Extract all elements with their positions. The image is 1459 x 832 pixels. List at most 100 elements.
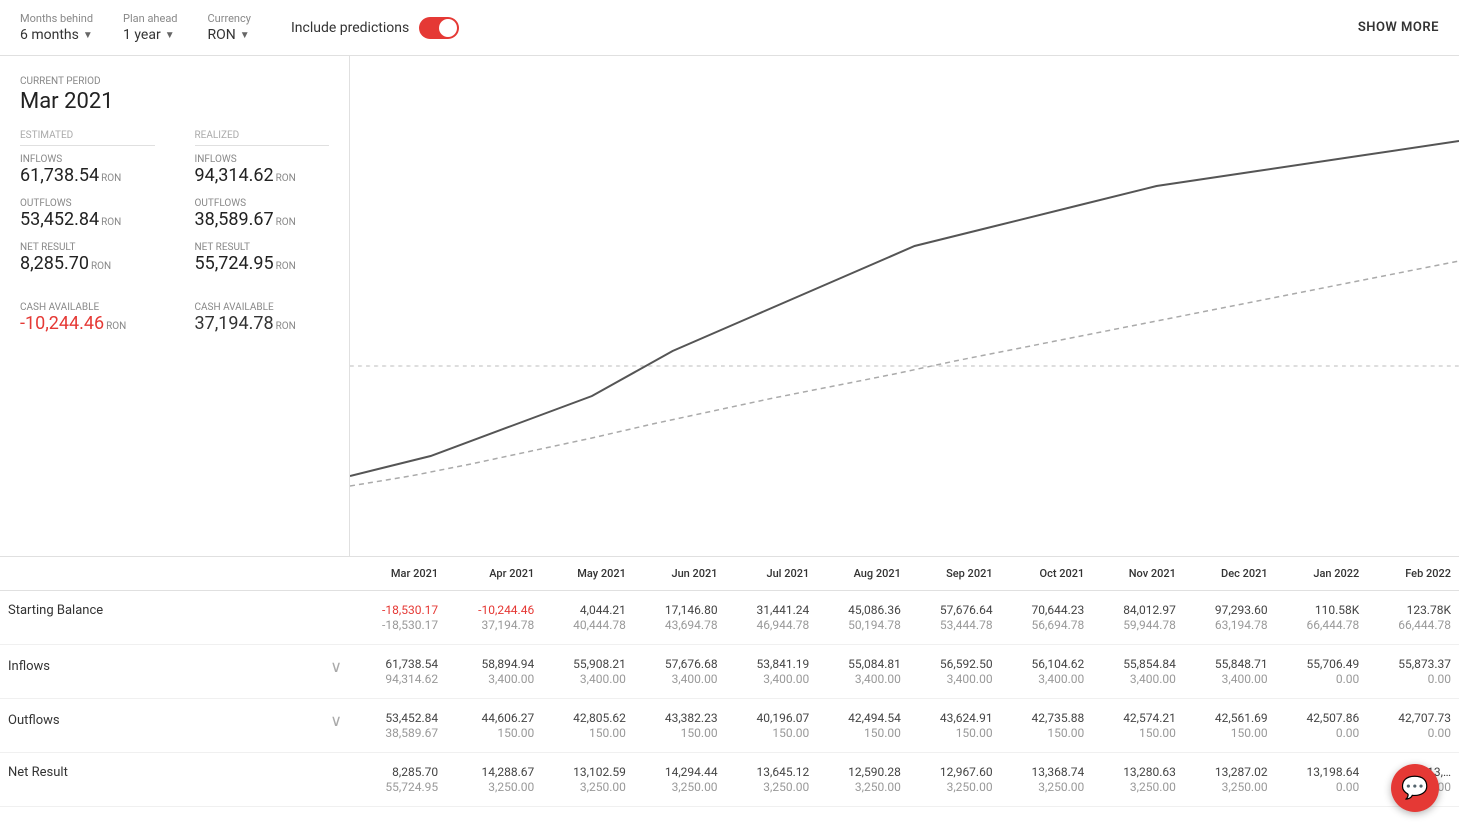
plan-ahead-label: Plan ahead: [123, 12, 177, 25]
estimated-cash-col: CASH AVAILABLE -10,244.46RON: [20, 302, 155, 334]
estimated-inflows-label: INFLOWS: [20, 154, 155, 165]
estimated-outflows: OUTFLOWS 53,452.84RON: [20, 198, 155, 230]
net-jan2022: 13,198.640.00: [1276, 753, 1368, 807]
col-header-nov2021: Nov 2021: [1092, 557, 1184, 591]
cash-section: CASH AVAILABLE -10,244.46RON CASH AVAILA…: [20, 302, 329, 334]
plan-ahead-select[interactable]: 1 year ▼: [123, 27, 177, 43]
outflows-aug2021: 42,494.54150.00: [817, 699, 909, 753]
left-panel: CURRENT PERIOD Mar 2021 ESTIMATED INFLOW…: [0, 56, 350, 556]
inflows-expand-icon[interactable]: ∨: [330, 657, 342, 676]
col-header-oct2021: Oct 2021: [1001, 557, 1093, 591]
inflows-label: Inflows ∨: [0, 645, 350, 699]
sb-nov2021: 84,012.97 59,944.78: [1092, 591, 1184, 645]
col-header-sep2021: Sep 2021: [909, 557, 1001, 591]
sb-apr2021: -10,244.46 37,194.78: [446, 591, 542, 645]
sb-feb2022: 123.78K 66,444.78: [1367, 591, 1459, 645]
col-header-jul2021: Jul 2021: [726, 557, 818, 591]
outflows-dec2021: 42,561.69150.00: [1184, 699, 1276, 753]
outflows-row: Outflows ∨ 53,452.8438,589.67 44,606.271…: [0, 699, 1459, 753]
net-mar2021: 8,285.7055,724.95: [350, 753, 446, 807]
data-table: Mar 2021 Apr 2021 May 2021 Jun 2021 Jul …: [0, 557, 1459, 807]
estimated-net-result: NET RESULT 8,285.70RON: [20, 242, 155, 274]
inflows-row: Inflows ∨ 61,738.5494,314.62 58,894.943,…: [0, 645, 1459, 699]
predictions-label: Include predictions: [291, 20, 409, 36]
months-behind-value: 6 months: [20, 27, 79, 43]
metrics-row: ESTIMATED INFLOWS 61,738.54RON OUTFLOWS …: [20, 130, 329, 286]
col-header-dec2021: Dec 2021: [1184, 557, 1276, 591]
currency-value: RON: [208, 27, 236, 43]
months-behind-label: Months behind: [20, 12, 93, 25]
realized-inflows-value: 94,314.62RON: [195, 165, 330, 186]
sb-aug2021: 45,086.36 50,194.78: [817, 591, 909, 645]
col-header-jun2021: Jun 2021: [634, 557, 726, 591]
period-value: Mar 2021: [20, 89, 329, 114]
bottom-table: Mar 2021 Apr 2021 May 2021 Jun 2021 Jul …: [0, 556, 1459, 807]
net-aug2021: 12,590.283,250.00: [817, 753, 909, 807]
currency-select[interactable]: RON ▼: [208, 27, 251, 43]
inflows-sep2021: 56,592.503,400.00: [909, 645, 1001, 699]
outflows-oct2021: 42,735.88150.00: [1001, 699, 1093, 753]
inflows-nov2021: 55,854.843,400.00: [1092, 645, 1184, 699]
chat-icon: 💬: [1401, 776, 1428, 801]
net-result-row: Net Result 8,285.7055,724.95 14,288.673,…: [0, 753, 1459, 807]
inflows-feb2022: 55,873.370.00: [1367, 645, 1459, 699]
plan-ahead-value: 1 year: [123, 27, 161, 43]
col-header-mar2021: Mar 2021: [350, 557, 446, 591]
col-header-label: [0, 557, 350, 591]
col-header-jan2022: Jan 2022: [1276, 557, 1368, 591]
net-dec2021: 13,287.023,250.00: [1184, 753, 1276, 807]
plan-ahead-group: Plan ahead 1 year ▼: [123, 12, 177, 43]
chart-svg: [350, 56, 1459, 556]
net-nov2021: 13,280.633,250.00: [1092, 753, 1184, 807]
net-apr2021: 14,288.673,250.00: [446, 753, 542, 807]
estimated-net-value: 8,285.70RON: [20, 253, 155, 274]
period-label: CURRENT PERIOD: [20, 76, 329, 87]
cash-row: CASH AVAILABLE -10,244.46RON CASH AVAILA…: [20, 302, 329, 334]
net-jul2021: 13,645.123,250.00: [726, 753, 818, 807]
sb-may2021: 4,044.21 40,444.78: [542, 591, 634, 645]
estimated-inflows-value: 61,738.54RON: [20, 165, 155, 186]
net-result-label: Net Result: [0, 753, 350, 807]
show-more-button[interactable]: SHOW MORE: [1358, 20, 1439, 35]
net-may2021: 13,102.593,250.00: [542, 753, 634, 807]
months-behind-select[interactable]: 6 months ▼: [20, 27, 93, 43]
outflows-nov2021: 42,574.21150.00: [1092, 699, 1184, 753]
sb-jun2021: 17,146.80 43,694.78: [634, 591, 726, 645]
inflows-oct2021: 56,104.623,400.00: [1001, 645, 1093, 699]
inflows-jul2021: 53,841.193,400.00: [726, 645, 818, 699]
inflows-mar2021: 61,738.5494,314.62: [350, 645, 446, 699]
estimated-cash-label: CASH AVAILABLE: [20, 302, 155, 313]
starting-balance-label: Starting Balance: [0, 591, 350, 645]
toggle-knob: [439, 19, 457, 37]
estimated-col: ESTIMATED INFLOWS 61,738.54RON OUTFLOWS …: [20, 130, 155, 286]
estimated-net-label: NET RESULT: [20, 242, 155, 253]
realized-col: REALIZED INFLOWS 94,314.62RON OUTFLOWS 3…: [195, 130, 330, 286]
outflows-jul2021: 40,196.07150.00: [726, 699, 818, 753]
net-jun2021: 14,294.443,250.00: [634, 753, 726, 807]
outflows-jan2022: 42,507.860.00: [1276, 699, 1368, 753]
main-content: CURRENT PERIOD Mar 2021 ESTIMATED INFLOW…: [0, 56, 1459, 556]
predictions-toggle[interactable]: [419, 17, 459, 39]
estimated-label: ESTIMATED: [20, 130, 155, 146]
realized-net-value: 55,724.95RON: [195, 253, 330, 274]
inflows-apr2021: 58,894.943,400.00: [446, 645, 542, 699]
table-header-row: Mar 2021 Apr 2021 May 2021 Jun 2021 Jul …: [0, 557, 1459, 591]
starting-balance-row: Starting Balance -18,530.17 -18,530.17 -…: [0, 591, 1459, 645]
realized-cash-col: CASH AVAILABLE 37,194.78RON: [195, 302, 330, 334]
chat-button[interactable]: 💬: [1391, 764, 1439, 812]
outflows-feb2022: 42,707.730.00: [1367, 699, 1459, 753]
currency-arrow-icon: ▼: [240, 30, 250, 41]
outflows-jun2021: 43,382.23150.00: [634, 699, 726, 753]
estimated-outflows-label: OUTFLOWS: [20, 198, 155, 209]
sb-dec2021: 97,293.60 63,194.78: [1184, 591, 1276, 645]
realized-outflows-value: 38,589.67RON: [195, 209, 330, 230]
realized-outflows-label: OUTFLOWS: [195, 198, 330, 209]
estimated-outflows-value: 53,452.84RON: [20, 209, 155, 230]
estimated-inflows: INFLOWS 61,738.54RON: [20, 154, 155, 186]
realized-outflows: OUTFLOWS 38,589.67RON: [195, 198, 330, 230]
col-header-apr2021: Apr 2021: [446, 557, 542, 591]
chart-area: [350, 56, 1459, 556]
col-header-feb2022: Feb 2022: [1367, 557, 1459, 591]
outflows-expand-icon[interactable]: ∨: [330, 711, 342, 730]
sb-jan2022: 110.58K 66,444.78: [1276, 591, 1368, 645]
